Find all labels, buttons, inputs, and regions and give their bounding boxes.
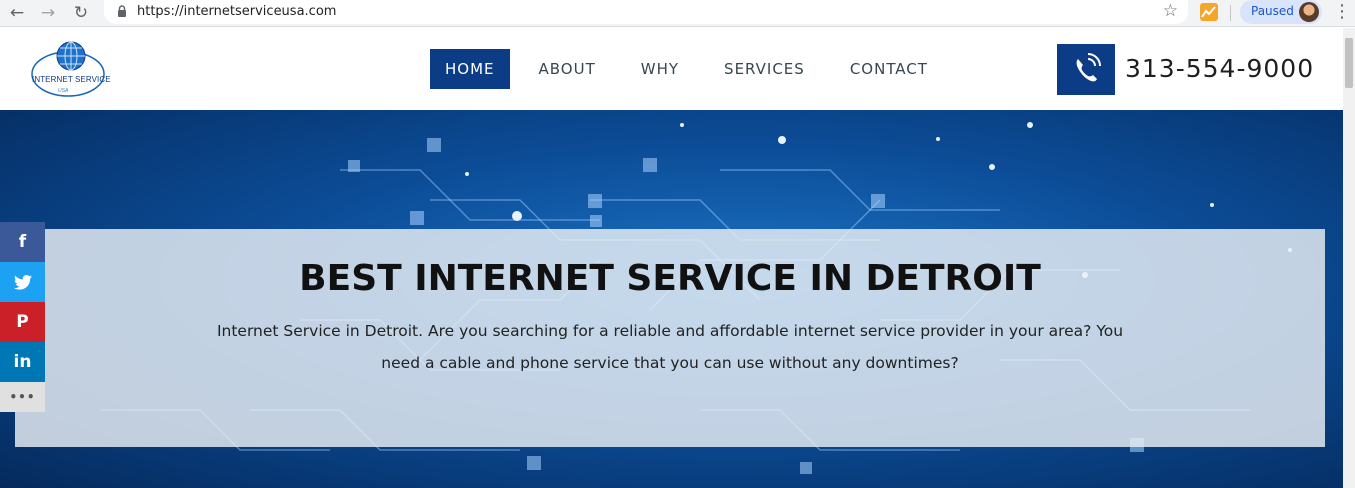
profile-button[interactable]: Paused bbox=[1240, 0, 1322, 24]
url-text: https://internetserviceusa.com bbox=[137, 4, 337, 19]
logo-subtext: USA bbox=[58, 88, 69, 94]
main-nav: HOME ABOUT WHY SERVICES CONTACT bbox=[430, 49, 973, 89]
nav-home[interactable]: HOME bbox=[430, 49, 510, 89]
linkedin-icon: in bbox=[13, 352, 32, 372]
nav-why[interactable]: WHY bbox=[641, 49, 679, 89]
twitter-icon bbox=[13, 274, 32, 290]
nav-services[interactable]: SERVICES bbox=[724, 49, 805, 89]
facebook-icon: f bbox=[18, 232, 27, 252]
avatar bbox=[1299, 2, 1319, 22]
toolbar-divider bbox=[1230, 5, 1231, 21]
more-share-button[interactable]: ••• bbox=[0, 382, 45, 412]
hero-description: Internet Service in Detroit. Are you sea… bbox=[216, 322, 1124, 372]
linkedin-share-button[interactable]: in bbox=[0, 342, 45, 382]
hero-card: BEST INTERNET SERVICE IN DETROIT Interne… bbox=[15, 229, 1325, 447]
phone-icon bbox=[1076, 53, 1101, 82]
address-bar[interactable]: https://internetserviceusa.com ☆ bbox=[104, 0, 1188, 24]
hero-title: BEST INTERNET SERVICE IN DETROIT bbox=[299, 258, 1041, 299]
profile-status: Paused bbox=[1251, 4, 1294, 18]
more-icon: ••• bbox=[9, 390, 36, 404]
twitter-share-button[interactable] bbox=[0, 262, 45, 302]
forward-icon[interactable]: → bbox=[37, 2, 59, 24]
phone-number[interactable]: 313-554-9000 bbox=[1125, 54, 1314, 83]
bookmark-star-icon[interactable]: ☆ bbox=[1163, 1, 1178, 21]
hero-section: BEST INTERNET SERVICE IN DETROIT Interne… bbox=[0, 110, 1343, 488]
pinterest-share-button[interactable]: P bbox=[0, 302, 45, 342]
lock-icon bbox=[118, 5, 126, 17]
reload-icon[interactable]: ↻ bbox=[70, 2, 92, 24]
page-scrollbar[interactable] bbox=[1343, 28, 1355, 488]
nav-about[interactable]: ABOUT bbox=[539, 49, 596, 89]
site-logo[interactable]: INTERNET SERVICE USA bbox=[28, 38, 116, 100]
site-header: INTERNET SERVICE USA HOME ABOUT WHY SERV… bbox=[0, 28, 1343, 110]
browser-menu-icon[interactable]: ⋮ bbox=[1333, 1, 1351, 22]
logo-text: INTERNET SERVICE bbox=[32, 75, 111, 84]
pinterest-icon: P bbox=[16, 312, 29, 332]
browser-toolbar: ← → ↻ https://internetserviceusa.com ☆ P… bbox=[0, 0, 1355, 27]
facebook-share-button[interactable]: f bbox=[0, 222, 45, 262]
back-icon[interactable]: ← bbox=[6, 2, 28, 24]
extension-chart-icon[interactable] bbox=[1200, 3, 1218, 21]
nav-contact[interactable]: CONTACT bbox=[850, 49, 928, 89]
globe-logo-icon bbox=[31, 41, 105, 97]
phone-button[interactable] bbox=[1057, 44, 1115, 95]
social-share-bar: f P in ••• bbox=[0, 222, 45, 412]
